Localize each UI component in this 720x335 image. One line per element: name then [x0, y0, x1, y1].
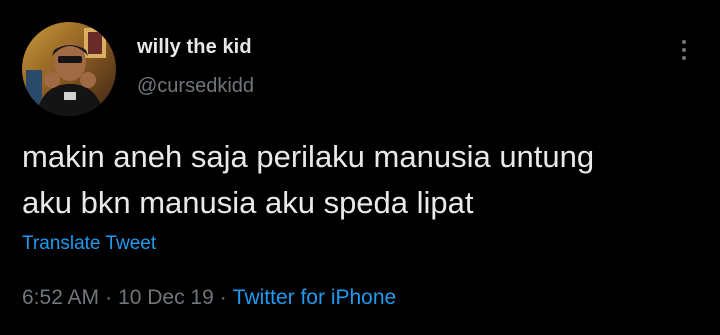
more-dot — [682, 48, 686, 52]
more-dot — [682, 56, 686, 60]
tweet-source-link[interactable]: Twitter for iPhone — [233, 286, 396, 309]
separator: · — [219, 286, 227, 309]
author-handle[interactable]: @cursedkidd — [137, 75, 254, 98]
tweet-date[interactable]: 10 Dec 19 — [118, 286, 214, 309]
tweet-text-line: aku bkn manusia aku speda lipat — [22, 185, 474, 220]
translate-tweet-link[interactable]: Translate Tweet — [22, 233, 156, 255]
tweet-text: makin aneh saja perilaku manusia untung … — [22, 134, 702, 226]
tweet-card: willy the kid @cursedkidd makin aneh saj… — [0, 0, 720, 335]
avatar[interactable] — [22, 22, 116, 116]
separator: · — [105, 286, 113, 309]
avatar-image — [22, 22, 116, 116]
tweet-metadata: 6:52 AM · 10 Dec 19 · Twitter for iPhone — [22, 286, 396, 310]
tweet-time[interactable]: 6:52 AM — [22, 286, 99, 309]
more-vertical-icon[interactable] — [674, 34, 694, 66]
author-display-name[interactable]: willy the kid — [137, 36, 252, 59]
tweet-text-line: makin aneh saja perilaku manusia untung — [22, 139, 595, 174]
more-dot — [682, 40, 686, 44]
